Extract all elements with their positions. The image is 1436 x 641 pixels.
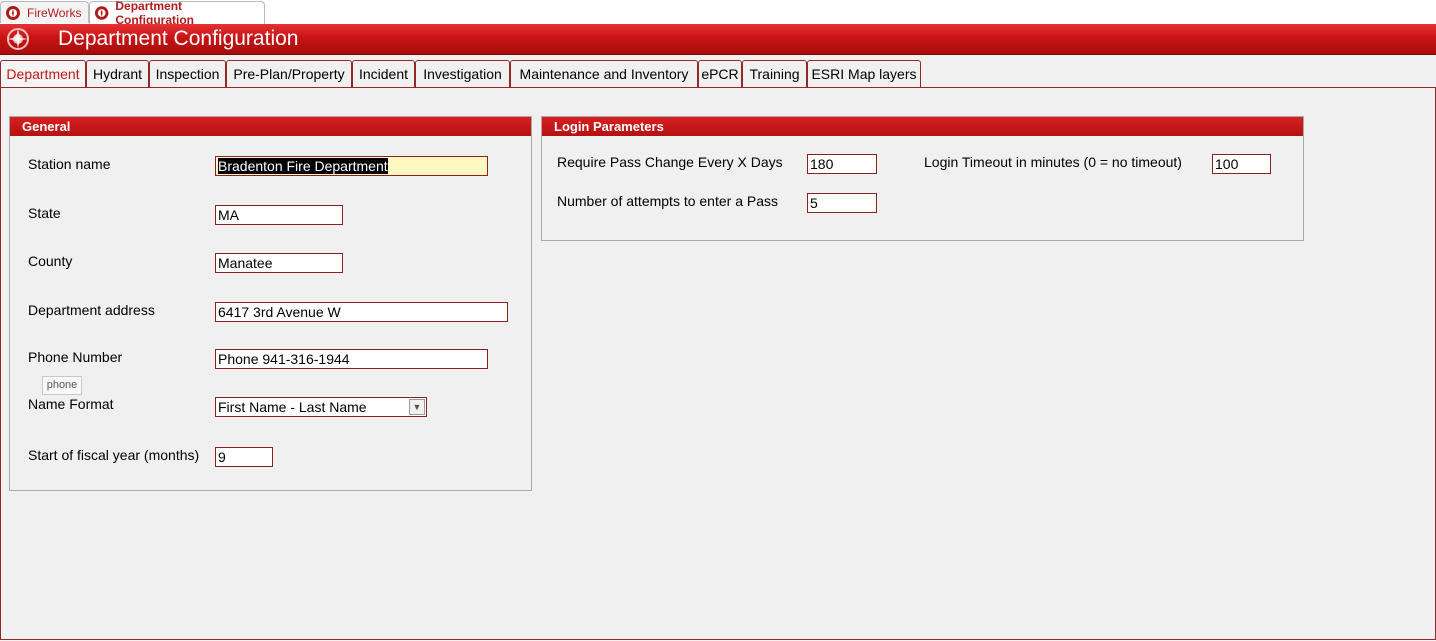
name-format-label: Name Format [28,396,114,412]
doc-tab-label: FireWorks [27,5,82,20]
tab-pre-plan-property[interactable]: Pre-Plan/Property [226,60,352,88]
tab-incident[interactable]: Incident [352,60,415,88]
form-header: Department Configuration [0,24,1436,55]
fire-department-logo-icon [7,28,29,50]
login-timeout-field[interactable]: 100 [1212,154,1271,174]
phone-number-label: Phone Number [28,349,123,365]
chevron-down-icon[interactable]: ▼ [409,399,425,415]
document-tab-strip: FireWorks Department Configuration [0,0,1436,27]
station-name-value: Bradenton Fire Department [218,158,388,174]
general-group-title: General [10,117,531,136]
tab-epcr[interactable]: ePCR [698,60,742,88]
county-label: County [28,253,73,269]
tab-department[interactable]: Department [0,60,86,89]
tab-hydrant[interactable]: Hydrant [86,60,149,88]
login-timeout-label: Login Timeout in minutes (0 = no timeout… [924,154,1182,170]
tab-maintenance-and-inventory[interactable]: Maintenance and Inventory [510,60,698,88]
doc-tab-label: Department Configuration [115,0,195,27]
tab-inspection[interactable]: Inspection [149,60,226,88]
phone-number-field[interactable]: Phone 941-316-1944 [215,349,488,369]
name-format-select[interactable]: First Name - Last Name ▼ [215,397,427,417]
tab-investigation[interactable]: Investigation [415,60,510,88]
pass-change-label: Require Pass Change Every X Days [557,154,783,170]
phone-tooltip: phone [42,376,82,395]
state-field[interactable]: MA [215,205,343,225]
doc-tab-department-configuration[interactable]: Department Configuration [89,0,265,27]
pass-attempts-label: Number of attempts to enter a Pass [557,193,778,209]
department-address-field[interactable]: 6417 3rd Avenue W [215,302,508,322]
login-parameters-group: Login Parameters [541,116,1304,241]
fiscal-year-field[interactable]: 9 [215,447,273,467]
pass-change-field[interactable]: 180 [807,154,877,174]
state-label: State [28,205,61,221]
fire-department-logo-icon [6,5,20,20]
fire-department-logo-icon [94,6,109,20]
station-name-label: Station name [28,156,111,172]
login-parameters-group-title: Login Parameters [542,117,1303,136]
station-name-field[interactable]: Bradenton Fire Department [215,156,488,176]
tab-esri-map-layers[interactable]: ESRI Map layers [807,60,921,88]
fiscal-year-label: Start of fiscal year (months) [28,447,200,463]
pass-attempts-field[interactable]: 5 [807,193,877,213]
page-title: Department Configuration [58,27,299,50]
department-address-label: Department address [28,302,155,318]
doc-tab-fireworks[interactable]: FireWorks [0,1,89,23]
name-format-value: First Name - Last Name [218,399,367,415]
county-field[interactable]: Manatee [215,253,343,273]
tab-training[interactable]: Training [742,60,807,88]
